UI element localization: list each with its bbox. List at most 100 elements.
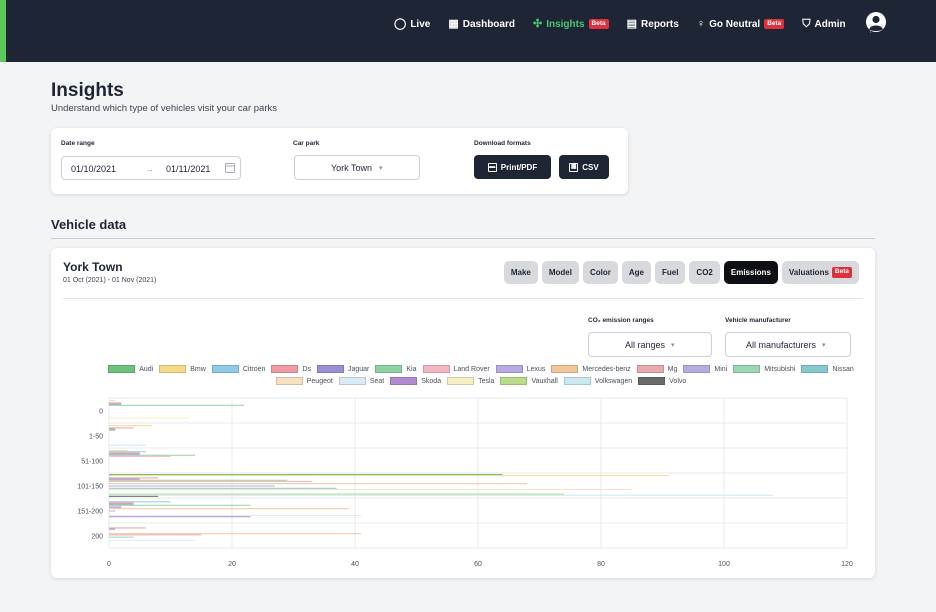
spreadsheet-icon: ▦ bbox=[569, 162, 579, 172]
page-title: Insights bbox=[51, 80, 124, 101]
bar bbox=[109, 480, 312, 482]
bar bbox=[109, 527, 146, 529]
bar bbox=[109, 403, 122, 405]
nav-item-insights[interactable]: ✣ Insights Beta bbox=[532, 17, 609, 30]
bar bbox=[109, 534, 202, 536]
bar bbox=[109, 402, 122, 404]
csv-label: CSV bbox=[582, 162, 599, 172]
emissions-bar-chart: 0 20 40 60 80 100 120 0 1-50 51-100 101-150 151-200… bbox=[77, 397, 853, 568]
live-icon: ◯ bbox=[394, 17, 407, 30]
bar bbox=[109, 452, 140, 454]
beta-badge: Beta bbox=[588, 18, 609, 30]
bar bbox=[109, 536, 134, 538]
bar bbox=[109, 505, 122, 507]
nav-item-label: Insights bbox=[546, 18, 585, 30]
nav-item-label: Dashboard bbox=[462, 18, 515, 30]
csv-button[interactable]: ▦ CSV bbox=[559, 155, 609, 179]
bar bbox=[109, 495, 159, 497]
bar bbox=[109, 488, 632, 490]
y-tick-label: 51-100 bbox=[81, 459, 103, 466]
bar bbox=[109, 493, 565, 495]
bar bbox=[109, 427, 134, 429]
nav-item-admin[interactable]: ⛉ Admin bbox=[802, 17, 845, 30]
bar bbox=[109, 417, 189, 419]
nav-item-reports[interactable]: ▤ Reports bbox=[626, 17, 679, 30]
y-tick-label: 101-150 bbox=[77, 484, 103, 491]
bar bbox=[109, 503, 134, 505]
bar bbox=[109, 425, 153, 427]
x-tick-label: 40 bbox=[351, 561, 359, 568]
bar bbox=[109, 485, 276, 487]
bar bbox=[109, 494, 774, 496]
download-formats-label: Download formats bbox=[474, 140, 531, 147]
bar bbox=[109, 510, 116, 512]
date-to-field[interactable]: 01/11/2021 bbox=[166, 164, 210, 174]
admin-shield-icon: ⛉ bbox=[802, 17, 811, 30]
bar bbox=[109, 479, 288, 481]
chevron-down-icon: ▾ bbox=[379, 164, 383, 172]
date-arrow-icon: → bbox=[145, 164, 154, 174]
y-tick-label: 151-200 bbox=[77, 509, 103, 516]
insights-icon: ✣ bbox=[532, 17, 543, 30]
car-park-select[interactable]: York Town ▾ bbox=[294, 155, 420, 180]
car-park-value: York Town bbox=[331, 162, 373, 173]
nav-item-go-neutral[interactable]: ♀ Go Neutral Beta bbox=[696, 17, 785, 30]
printer-icon: ▬ bbox=[487, 162, 497, 172]
main-nav: ◯ Live ▦ Dashboard ✣ Insights Beta ▤ Reports ♀ Go … bbox=[394, 14, 871, 34]
nav-item-live[interactable]: ◯ Live bbox=[394, 17, 431, 30]
bar bbox=[109, 516, 251, 518]
bar bbox=[109, 478, 140, 480]
page-subtitle: Understand which type of vehicles visit … bbox=[51, 103, 277, 114]
bar bbox=[109, 515, 362, 517]
account-icon[interactable] bbox=[865, 11, 887, 33]
nav-item-label: Reports bbox=[641, 18, 679, 30]
calendar-icon[interactable] bbox=[225, 162, 235, 175]
y-tick-label: 0 bbox=[99, 409, 103, 416]
filter-card: Date range 01/10/2021 → 01/11/2021 Car p… bbox=[51, 128, 628, 194]
bar bbox=[109, 533, 362, 535]
car-park-label: Car park bbox=[293, 140, 320, 147]
date-range-picker[interactable]: 01/10/2021 → 01/11/2021 bbox=[61, 156, 241, 180]
y-tick-label: 200 bbox=[91, 534, 103, 541]
bar bbox=[109, 450, 128, 452]
bar bbox=[109, 508, 349, 510]
x-tick-label: 0 bbox=[107, 561, 111, 568]
beta-badge: Beta bbox=[764, 18, 785, 30]
bar bbox=[109, 404, 245, 406]
date-from-field[interactable]: 01/10/2021 bbox=[71, 164, 116, 174]
bar bbox=[109, 504, 251, 506]
x-tick-label: 60 bbox=[474, 561, 482, 568]
bar bbox=[109, 483, 528, 485]
go-neutral-icon: ♀ bbox=[696, 17, 706, 30]
bar bbox=[109, 400, 116, 402]
x-tick-label: 80 bbox=[597, 561, 605, 568]
bar bbox=[109, 453, 140, 455]
section-title: Vehicle data bbox=[51, 217, 127, 232]
bar bbox=[109, 429, 116, 431]
vehicle-data-card: York Town 01 Oct (2021) - 01 Nov (2021) … bbox=[51, 248, 875, 578]
bar bbox=[109, 455, 171, 457]
nav-item-dashboard[interactable]: ▦ Dashboard bbox=[448, 17, 515, 30]
dashboard-icon: ▦ bbox=[448, 17, 459, 30]
print-pdf-button[interactable]: ▬ Print/PDF bbox=[474, 155, 551, 179]
nav-item-label: Go Neutral bbox=[709, 18, 761, 30]
x-tick-label: 100 bbox=[718, 561, 730, 568]
bar bbox=[109, 451, 146, 453]
date-range-label: Date range bbox=[61, 140, 95, 147]
bar bbox=[109, 475, 669, 477]
x-tick-label: 120 bbox=[841, 561, 853, 568]
bar bbox=[109, 428, 116, 430]
bar bbox=[109, 444, 146, 446]
x-tick-label: 20 bbox=[228, 561, 236, 568]
bar bbox=[109, 501, 171, 503]
bar bbox=[109, 502, 134, 504]
bar bbox=[109, 487, 337, 489]
y-tick-label: 1-50 bbox=[89, 434, 103, 441]
bar bbox=[109, 477, 159, 479]
bar bbox=[109, 507, 122, 509]
bar bbox=[109, 528, 116, 530]
bar bbox=[109, 540, 196, 542]
print-pdf-label: Print/PDF bbox=[500, 162, 538, 172]
nav-item-label: Live bbox=[410, 18, 431, 30]
reports-icon: ▤ bbox=[626, 17, 638, 30]
